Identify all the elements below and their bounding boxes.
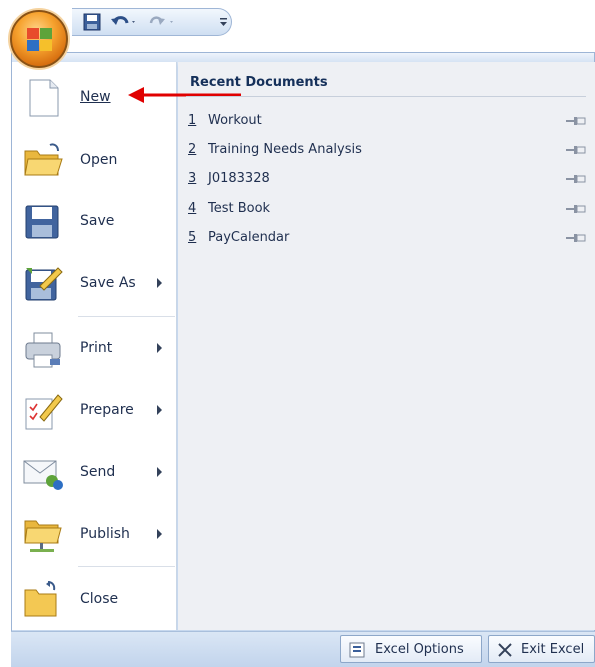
send-icon [23,460,63,490]
office-button[interactable] [10,10,68,68]
menu-item-prepare[interactable]: Prepare [12,383,177,439]
recent-document-item[interactable]: 1 Workout [188,111,588,133]
menu-item-open[interactable]: Open [12,133,177,189]
menu-item-save-as[interactable]: Save As [12,256,177,312]
close-x-icon [498,643,512,657]
open-folder-icon [24,143,63,176]
menu-item-close[interactable]: Close [12,572,177,628]
menu-item-label: Save [80,213,115,229]
exit-excel-button[interactable]: Exit Excel [488,635,595,663]
publish-icon [24,520,62,552]
menu-divider [78,316,175,317]
pin-icon[interactable] [566,203,586,215]
recent-document-item[interactable]: 4 Test Book [188,199,588,221]
menu-item-print[interactable]: Print [12,321,177,377]
undo-icon[interactable] [110,12,138,32]
excel-options-label: Excel Options [375,642,464,657]
submenu-arrow-icon [157,529,162,539]
new-document-icon [29,79,59,117]
redo-icon[interactable] [148,12,178,32]
recent-document-name: Test Book [208,201,271,216]
menu-item-save[interactable]: Save [12,194,177,250]
pin-icon[interactable] [566,144,586,156]
menu-item-label: New [80,89,111,105]
close-folder-icon [24,581,57,617]
recent-document-number: 2 [188,142,197,157]
options-icon [349,642,365,658]
menu-item-label: Close [80,591,119,607]
title-strip [0,0,595,58]
menu-item-label: Prepare [80,402,134,418]
recent-document-name: PayCalendar [208,230,290,245]
recent-document-item[interactable]: 3 J0183328 [188,169,588,191]
office-logo-icon [27,28,52,51]
recent-documents-title: Recent Documents [190,75,328,90]
excel-options-button[interactable]: Excel Options [340,635,482,663]
prepare-icon [25,394,63,430]
submenu-arrow-icon [157,278,162,288]
pin-icon[interactable] [566,232,586,244]
menu-item-label: Save As [80,275,136,291]
menu-item-send[interactable]: Send [12,445,177,501]
submenu-arrow-icon [157,405,162,415]
recent-document-number: 5 [188,230,197,245]
save-as-icon [25,267,63,301]
menu-item-label: Print [80,340,113,356]
save-disk-icon [25,205,59,239]
pin-icon[interactable] [566,173,586,185]
recent-document-number: 3 [188,171,197,186]
menu-item-label: Send [80,464,116,480]
recent-document-item[interactable]: 5 PayCalendar [188,228,588,250]
recent-document-name: J0183328 [208,171,270,186]
exit-excel-label: Exit Excel [521,642,585,657]
pin-icon[interactable] [566,115,586,127]
recent-document-number: 1 [188,113,197,128]
recent-document-number: 4 [188,201,197,216]
submenu-arrow-icon [157,467,162,477]
recent-document-name: Workout [208,113,262,128]
menu-item-publish[interactable]: Publish [12,507,177,563]
menu-item-label: Publish [80,526,130,542]
submenu-arrow-icon [157,343,162,353]
menu-divider [78,566,175,567]
recent-documents-divider [186,96,586,97]
recent-document-name: Training Needs Analysis [208,142,362,157]
printer-icon [25,332,61,368]
menu-item-label: Open [80,152,118,168]
customize-dropdown-icon[interactable] [218,12,230,32]
recent-document-item[interactable]: 2 Training Needs Analysis [188,140,588,162]
save-icon[interactable] [82,12,102,32]
